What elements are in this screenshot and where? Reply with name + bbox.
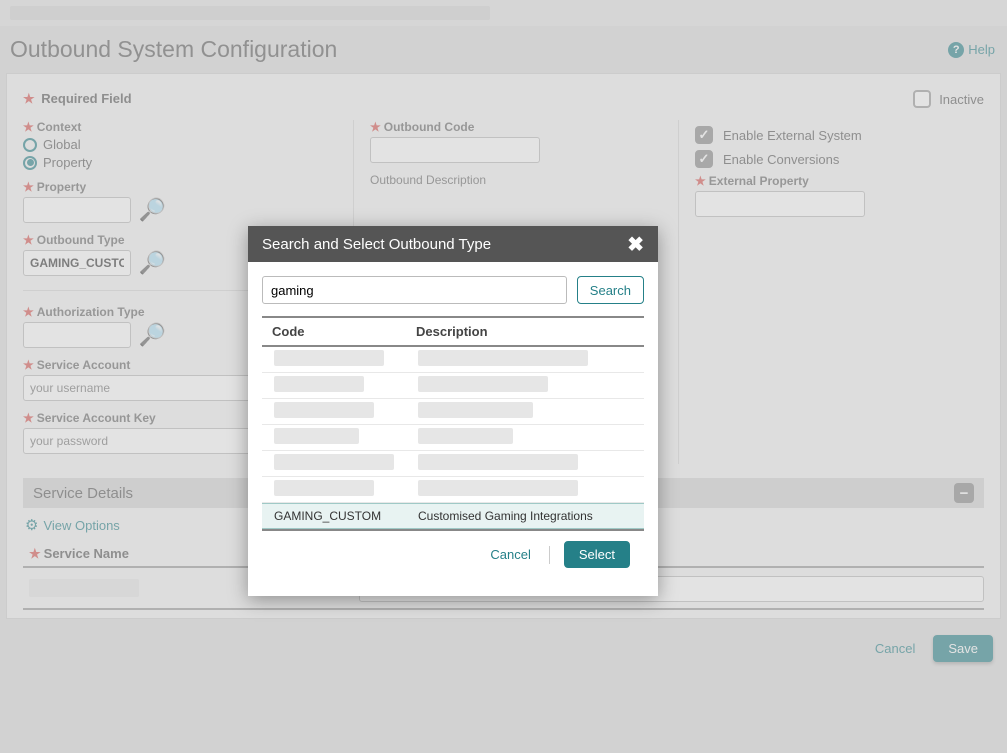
modal-cancel-button[interactable]: Cancel [486,542,534,567]
modal-header: Search and Select Outbound Type ✖ [248,226,658,262]
table-row-selected[interactable]: GAMING_CUSTOM Customised Gaming Integrat… [262,503,644,529]
table-row[interactable] [262,373,644,399]
table-row[interactable] [262,451,644,477]
search-input[interactable] [262,276,567,304]
result-header-description: Description [412,324,644,339]
selected-code: GAMING_CUSTOM [264,509,414,523]
table-row[interactable] [262,477,644,503]
table-row[interactable] [262,399,644,425]
modal-footer: Cancel Select [262,531,644,582]
table-row[interactable] [262,347,644,373]
table-row[interactable] [262,425,644,451]
modal-select-button[interactable]: Select [564,541,630,568]
search-outbound-type-modal: Search and Select Outbound Type ✖ Search… [248,226,658,596]
search-button[interactable]: Search [577,276,644,304]
modal-title: Search and Select Outbound Type [262,236,491,253]
close-icon[interactable]: ✖ [627,232,644,257]
result-table: Code Description [262,316,644,531]
result-header-code: Code [262,324,412,339]
selected-desc: Customised Gaming Integrations [414,509,642,523]
footer-divider [549,546,550,564]
